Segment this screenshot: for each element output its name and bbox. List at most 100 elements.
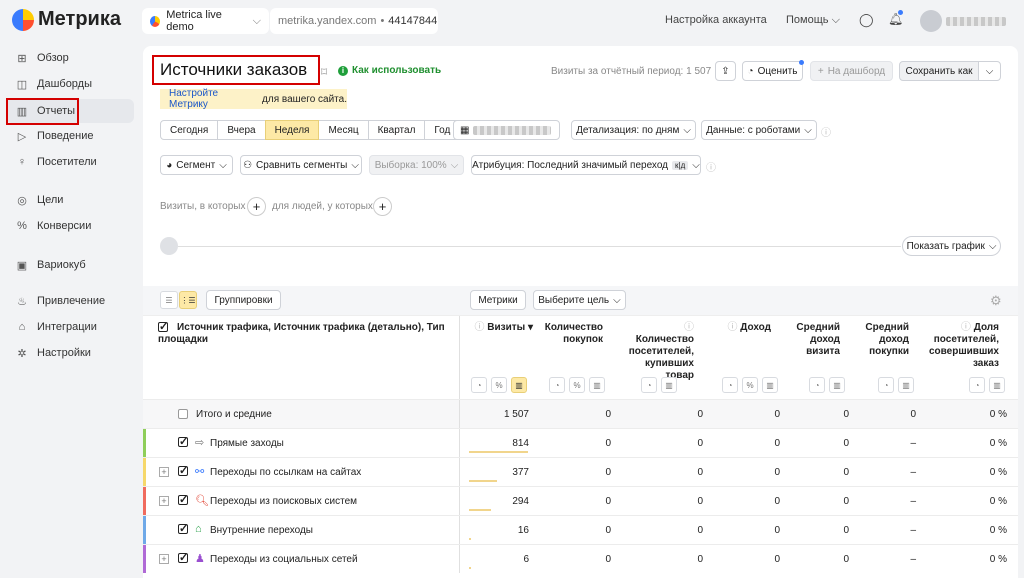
rate-button[interactable]: ◔ Оценить [742,60,804,81]
row-checkbox[interactable] [178,551,188,564]
row-label[interactable]: Переходы по ссылкам на сайтах [210,467,361,478]
puzzle-icon: ⌂ [18,321,26,333]
row-checkbox[interactable] [178,435,188,448]
bar-chart-icon[interactable]: ▥ [511,377,527,393]
choose-goal-dropdown[interactable]: Выберите цель ⌵ [533,290,626,310]
table-row[interactable]: ⇨ Прямые заходы 814 0 0 0 0 – 0 % [143,428,1018,457]
sidebar-item-integrations[interactable]: ⌂ Интеграции [6,315,134,339]
save-as-button[interactable]: Сохранить как [899,61,979,81]
bar-chart-icon[interactable]: ▥ [762,377,778,393]
detail-dropdown[interactable]: Детализация: по дням ⌵ [571,120,696,140]
totals-label-cell [143,400,460,428]
export-button[interactable]: ⇪ [715,61,736,81]
row-value: 0 [774,525,780,536]
percent-icon[interactable]: % [569,377,585,393]
row-label[interactable]: Переходы из поисковых систем [210,496,357,507]
row-label[interactable]: Внутренние переходы [210,525,313,536]
pie-icon[interactable]: ◔ [549,377,565,393]
metrika-logo[interactable]: Метрика [12,8,121,31]
pie-icon[interactable]: ◔ [471,377,487,393]
data-dropdown[interactable]: Данные: с роботами ⌵ [701,120,817,140]
chat-icon[interactable]: ◯ [859,12,874,28]
counter-selector[interactable]: Metrica live demo ⌵ [142,8,269,34]
add-to-dashboard-button[interactable]: + На дашборд [810,61,893,81]
help-icon[interactable]: ⓘ [706,159,716,174]
table-row[interactable]: + ♟ Переходы из социальных сетей 6 0 0 0 0 – 0 % [143,544,1018,573]
setup-link[interactable]: Настройте Метрику [169,88,259,110]
help-menu[interactable]: Помощь ⌵ [786,14,840,27]
period-yesterday[interactable]: Вчера [217,120,266,140]
sidebar-item-dashboards[interactable]: ◫ Дашборды [6,72,134,96]
metrics-button[interactable]: Метрики [470,290,526,310]
pie-icon[interactable]: ◔ [969,377,985,393]
help-icon[interactable]: ⓘ [821,124,831,139]
dimension-header[interactable]: Источник трафика, Источник трафика (дета… [158,322,448,346]
pie-icon[interactable]: ◔ [641,377,657,393]
percent-icon[interactable]: % [491,377,507,393]
help-label: Помощь [786,14,829,26]
bar-chart-icon[interactable]: ▥ [989,377,1005,393]
percent-icon[interactable]: % [742,377,758,393]
sidebar-item-variocube[interactable]: ▣ Вариокуб [6,253,134,277]
sample-dropdown[interactable]: Выборка: 100% ⌵ [369,155,464,175]
sidebar-item-acquisition[interactable]: ♨ Привлечение [6,289,134,313]
column-order-share[interactable]: ⓘ Доля посетителей, совершивших заказ [928,322,999,370]
table-row[interactable]: + ⚯ Переходы по ссылкам на сайтах 377 0 0 0 0 – 0… [143,457,1018,486]
groupings-button[interactable]: Группировки [206,290,281,310]
row-checkbox[interactable] [178,522,188,535]
column-avg-purchase-revenue[interactable]: Средний доход покупки [858,322,909,358]
segment-button[interactable]: ◕ Сегмент ⌵ [160,155,233,175]
segment-label: Сегмент [176,159,216,171]
period-quarter[interactable]: Квартал [367,120,426,140]
save-as-dropdown[interactable]: ⌵ [978,61,1001,81]
expand-row-icon[interactable]: + [159,496,169,506]
date-range-picker[interactable]: ▦ [453,120,560,140]
list-view-icon[interactable]: ☰ [160,291,178,309]
column-visits[interactable]: ⓘ Визиты ▾ [473,322,533,334]
user-name-blurred[interactable] [946,17,1006,26]
bookmark-icon[interactable]: ⌑ [321,65,327,79]
column-purchases[interactable]: Количество покупок [540,322,603,346]
column-buyers[interactable]: ⓘ Количество посетителей, купивших товар [626,322,694,382]
row-value: 16 [517,525,529,536]
how-to-use-link[interactable]: i Как использовать [338,65,441,76]
period-today[interactable]: Сегодня [160,120,219,140]
attribution-dropdown[interactable]: Атрибуция: Последний значимый переход к|д… [471,155,701,175]
period-week[interactable]: Неделя [264,120,320,140]
row-label[interactable]: Прямые заходы [210,438,284,449]
gear-icon[interactable]: ⚙ [990,293,1002,309]
sidebar-item-visitors[interactable]: ♀ Посетители [6,150,134,174]
account-settings-link[interactable]: Настройка аккаунта [665,14,767,26]
add-people-filter-button[interactable]: + [373,197,392,216]
bar-chart-icon[interactable]: ▥ [829,377,845,393]
expand-row-icon[interactable]: + [159,467,169,477]
table-row[interactable]: + 🔍︎Переходы из поисковых систем 294 0 0 0 0 – 0… [143,486,1018,515]
avatar[interactable] [920,10,942,32]
row-checkbox[interactable] [178,493,188,506]
totals-checkbox[interactable] [178,409,188,419]
sidebar-item-overview[interactable]: ⊞ Обзор [6,46,134,70]
column-revenue[interactable]: ⓘ Доход [725,322,771,334]
compare-segments-button[interactable]: ⚇ Сравнить сегменты ⌵ [240,155,362,175]
sidebar-item-goals[interactable]: ◎ Цели [6,188,134,212]
pie-icon[interactable]: ◔ [809,377,825,393]
sidebar-item-conversions[interactable]: % Конверсии [6,214,134,238]
sidebar-item-settings[interactable]: ✲ Настройки [6,341,134,365]
row-label[interactable]: Переходы из социальных сетей [210,554,358,565]
period-month[interactable]: Месяц [318,120,369,140]
add-visit-filter-button[interactable]: + [247,197,266,216]
column-avg-visit-revenue[interactable]: Средний доход визита [790,322,840,358]
row-value: 294 [512,496,529,507]
bell-icon[interactable]: 🔔︎ [888,10,903,26]
pie-icon[interactable]: ◔ [878,377,894,393]
expand-row-icon[interactable]: + [159,554,169,564]
bar-chart-icon[interactable]: ▥ [661,377,677,393]
tree-view-icon[interactable]: ⋮☰ [179,291,197,309]
show-chart-button[interactable]: Показать график ⌵ [902,236,1001,256]
sidebar-item-behavior[interactable]: ▷ Поведение [6,124,134,148]
table-row[interactable]: ⌂ Внутренние переходы 16 0 0 0 0 – 0 % [143,515,1018,544]
bar-chart-icon[interactable]: ▥ [898,377,914,393]
bar-chart-icon[interactable]: ▥ [589,377,605,393]
row-checkbox[interactable] [178,464,188,477]
pie-icon[interactable]: ◔ [722,377,738,393]
